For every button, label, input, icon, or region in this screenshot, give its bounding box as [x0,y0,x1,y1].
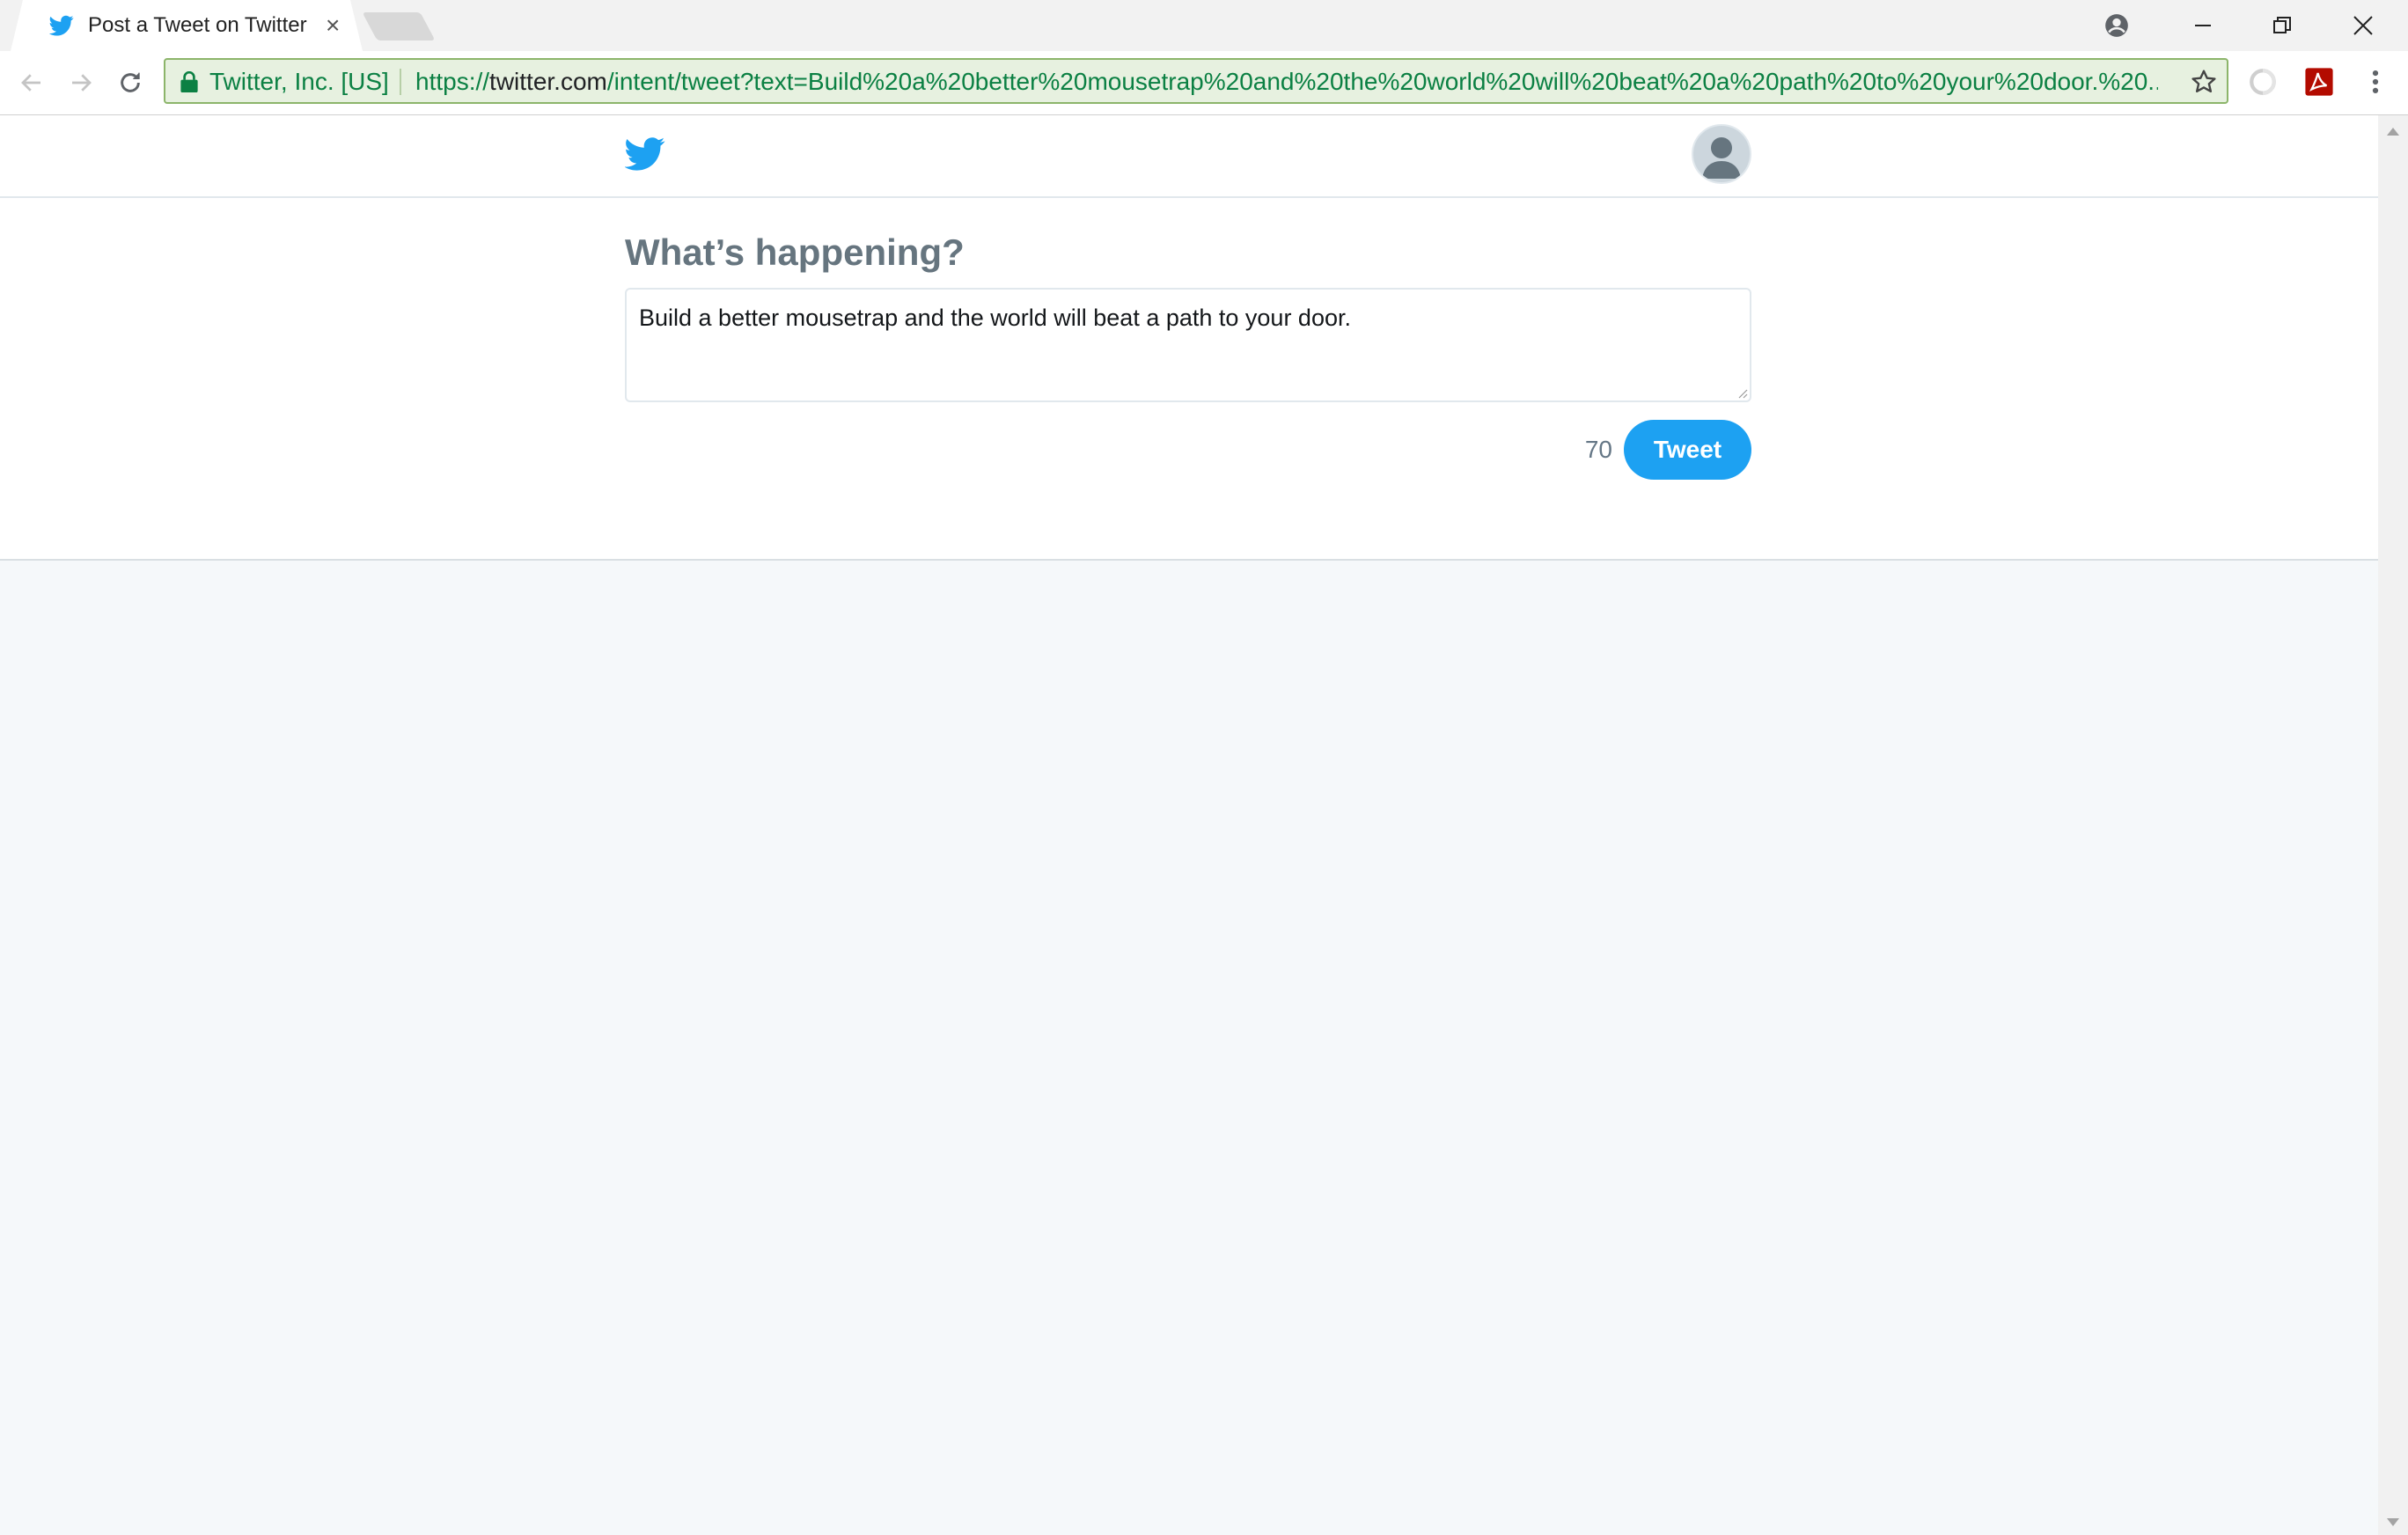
lock-icon [180,71,198,92]
tweet-textarea[interactable]: Build a better mousetrap and the world w… [625,288,1751,402]
tab-close-button[interactable]: × [326,11,340,40]
profile-icon [2105,14,2128,37]
tweet-button[interactable]: Tweet [1624,420,1751,480]
avatar[interactable] [1692,124,1751,184]
twitter-bird-icon[interactable] [625,136,665,172]
address-separator [400,69,401,95]
address-bar[interactable]: Twitter, Inc. [US] https://twitter.com/i… [164,58,2228,104]
restore-button[interactable] [2243,0,2322,51]
star-icon[interactable] [2190,68,2218,96]
page-title: What’s happening? [625,231,965,273]
profile-button[interactable] [2077,0,2156,51]
page-viewport: What’s happening? Build a better mousetr… [0,115,2378,1535]
avatar-icon [1702,137,1741,179]
twitter-header [0,115,2378,198]
tab-strip: Post a Tweet on Twitter × [0,0,2408,51]
menu-dots-icon[interactable] [2362,67,2389,97]
new-tab-button[interactable] [362,12,436,40]
ev-certificate-label[interactable]: Twitter, Inc. [US] [209,67,389,97]
scroll-up-arrow-icon[interactable] [2387,128,2399,136]
url-host: twitter.com [489,68,607,95]
close-window-button[interactable] [2324,0,2403,51]
browser-toolbar: Twitter, Inc. [US] https://twitter.com/i… [0,51,2408,115]
tab-title: Post a Tweet on Twitter [88,13,307,37]
forward-button[interactable] [62,63,100,102]
minimize-icon [2195,25,2211,26]
restore-icon [2273,17,2291,33]
extension-icon[interactable] [2248,67,2278,97]
acrobat-icon[interactable] [2304,67,2334,97]
character-counter: 70 [1584,436,1612,463]
reload-icon [121,72,140,92]
url-text[interactable]: https://twitter.com/intent/tweet?text=Bu… [415,67,2158,97]
scroll-down-arrow-icon[interactable] [2387,1518,2399,1526]
reload-button[interactable] [111,63,150,102]
forward-arrow-icon [72,74,92,92]
url-scheme: https:// [415,68,490,95]
twitter-bird-icon [49,15,74,36]
close-icon [2353,16,2373,35]
back-button[interactable] [12,63,51,102]
browser-tab[interactable]: Post a Tweet on Twitter × [11,0,363,51]
tweet-text: Build a better mousetrap and the world w… [639,305,1351,331]
resize-grip-icon[interactable] [1736,386,1748,399]
vertical-scrollbar[interactable] [2378,115,2408,1535]
minimize-button[interactable] [2163,0,2243,51]
back-arrow-icon [21,74,40,92]
compose-panel: What’s happening? Build a better mousetr… [0,198,2378,561]
url-path: /intent/tweet?text=Build%20a%20better%20… [606,68,2158,95]
